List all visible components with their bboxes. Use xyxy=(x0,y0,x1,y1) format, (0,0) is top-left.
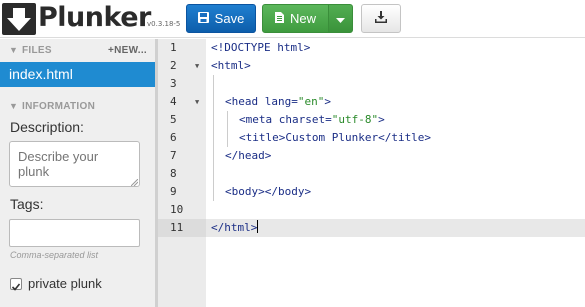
save-button[interactable]: Save xyxy=(186,4,256,33)
code-text: </html> xyxy=(211,219,259,237)
text-cursor xyxy=(257,220,259,233)
new-button-label: New xyxy=(289,11,316,26)
description-label: Description: xyxy=(10,119,84,135)
document-icon xyxy=(274,11,284,26)
caret-down-icon: ▼ xyxy=(9,45,19,55)
fold-arrow-icon[interactable]: ▼ xyxy=(195,57,199,75)
tags-help-text: Comma-separated list xyxy=(10,250,99,260)
sidebar: ▼ FILES +NEW... index.html ▼ INFORMATION… xyxy=(0,39,155,307)
app-version: v0.3.18-5 xyxy=(147,20,181,28)
resize-grip-icon[interactable] xyxy=(131,179,138,186)
code-text: <head lang="en"> xyxy=(225,95,331,108)
information-heading: INFORMATION xyxy=(22,101,96,112)
new-dropdown-toggle[interactable] xyxy=(328,4,353,33)
code-line[interactable]: 3 xyxy=(158,75,585,93)
line-number: 9 xyxy=(170,185,177,198)
file-item-index-html[interactable]: index.html xyxy=(0,62,155,87)
code-line[interactable]: 8 xyxy=(158,165,585,183)
code-line[interactable]: 5 <meta charset="utf-8"> xyxy=(158,111,585,129)
caret-down-icon xyxy=(336,11,345,26)
tags-label: Tags: xyxy=(10,196,44,212)
code-text: <body></body> xyxy=(225,185,312,198)
code-editor[interactable]: 1 <!DOCTYPE html> 2 ▼ <html> 3 4 ▼ <head… xyxy=(158,39,585,307)
tags-input[interactable] xyxy=(9,219,140,247)
code-text: <html> xyxy=(211,59,251,72)
fold-arrow-icon[interactable]: ▼ xyxy=(195,93,199,111)
checkmark-icon xyxy=(11,283,21,291)
code-text: <!DOCTYPE html> xyxy=(211,41,311,54)
indent-guide xyxy=(213,75,214,201)
code-line[interactable]: 7 </head> xyxy=(158,147,585,165)
files-section-header[interactable]: ▼ FILES +NEW... xyxy=(0,39,155,61)
line-number: 10 xyxy=(170,203,184,216)
caret-down-icon: ▼ xyxy=(9,101,19,111)
private-plunk-label[interactable]: private plunk xyxy=(28,276,102,291)
download-button[interactable] xyxy=(361,4,401,33)
line-number: 1 xyxy=(170,41,177,54)
private-plunk-checkbox[interactable] xyxy=(10,278,22,291)
code-text: <meta charset="utf-8"> xyxy=(239,113,385,126)
information-section-header[interactable]: ▼ INFORMATION xyxy=(0,95,155,117)
code-line-active[interactable]: 11 </html> xyxy=(158,219,585,237)
save-button-label: Save xyxy=(214,11,245,26)
line-number: 3 xyxy=(170,77,177,90)
code-line[interactable]: 2 ▼ <html> xyxy=(158,57,585,75)
top-toolbar: Plunker v0.3.18-5 Save New xyxy=(0,0,585,38)
code-text-value: </html> xyxy=(211,221,258,234)
line-number: 7 xyxy=(170,149,177,162)
code-line[interactable]: 10 xyxy=(158,201,585,219)
app-name[interactable]: Plunker xyxy=(38,1,151,35)
files-heading: FILES xyxy=(22,45,52,56)
code-text: </head> xyxy=(225,149,272,162)
indent-guide xyxy=(227,111,228,147)
description-textarea[interactable] xyxy=(9,141,140,187)
code-text: <title>Custom Plunker</title> xyxy=(239,131,432,144)
code-line[interactable]: 9 <body></body> xyxy=(158,183,585,201)
code-line[interactable]: 6 <title>Custom Plunker</title> xyxy=(158,129,585,147)
code-line[interactable]: 4 ▼ <head lang="en"> xyxy=(158,93,585,111)
line-number: 6 xyxy=(170,131,177,144)
line-number: 8 xyxy=(170,167,177,180)
line-number: 5 xyxy=(170,113,177,126)
code-line[interactable]: 1 <!DOCTYPE html> xyxy=(158,39,585,57)
download-arrow-logo-icon[interactable] xyxy=(2,3,36,35)
floppy-disk-icon xyxy=(197,11,209,26)
new-button[interactable]: New xyxy=(262,4,329,33)
line-number: 11 xyxy=(158,219,206,237)
download-icon xyxy=(375,11,387,26)
new-file-link[interactable]: +NEW... xyxy=(108,45,147,56)
